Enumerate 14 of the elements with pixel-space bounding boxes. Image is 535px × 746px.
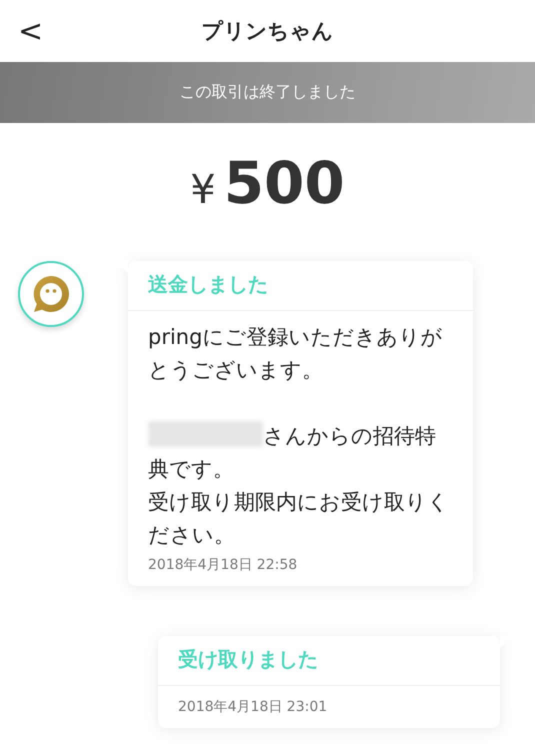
message-title: 受け取りました	[158, 636, 500, 686]
message-text: 受け取り期限内にお受け取りください。	[148, 489, 450, 549]
message-time: 2018年4月18日 23:01	[178, 698, 328, 716]
header-title: プリンちゃん	[202, 18, 334, 45]
message-title: 送金しました	[128, 261, 473, 311]
status-banner: この取引は終了しました	[0, 62, 535, 123]
message-text: さんからの招待特典です。	[148, 420, 453, 486]
chat-bubble-icon	[31, 274, 71, 314]
back-button[interactable]: <	[12, 12, 50, 51]
amount-value: 500	[224, 149, 345, 217]
message-time: 2018年4月18日 22:58	[148, 556, 298, 574]
avatar[interactable]	[18, 261, 84, 327]
message-text: pringにご登録いただきありがとうございます。	[148, 324, 444, 384]
currency-symbol: ¥	[190, 167, 216, 213]
